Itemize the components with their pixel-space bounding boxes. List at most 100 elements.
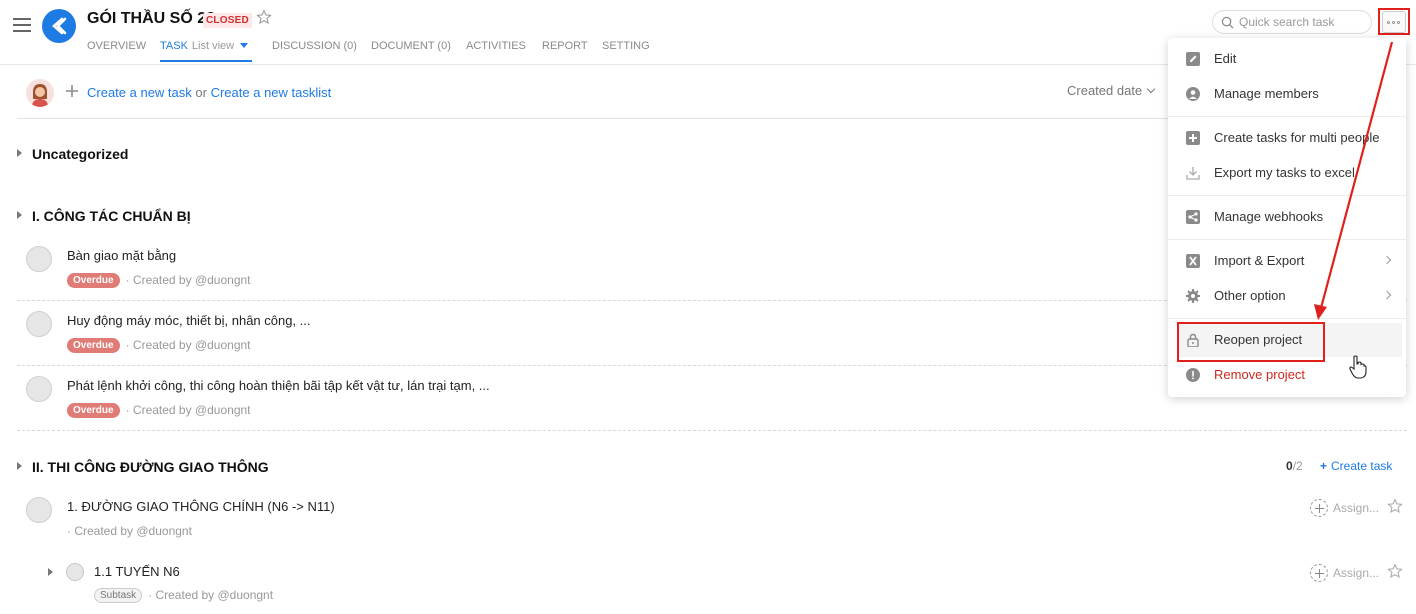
annotation-highlight-more (1378, 8, 1410, 35)
group-title[interactable]: Uncategorized (32, 146, 128, 162)
annotation-highlight-reopen (1177, 322, 1325, 362)
chevron-right-icon (1382, 255, 1392, 265)
task-complete-toggle[interactable] (26, 311, 52, 337)
menu-item-other-option[interactable]: Other option (1168, 279, 1406, 313)
group-progress: 0/2 (1286, 459, 1303, 473)
tab-report[interactable]: REPORT (542, 40, 588, 52)
menu-separator (1168, 116, 1406, 117)
group-title[interactable]: II. THI CÔNG ĐƯỜNG GIAO THÔNG (32, 459, 269, 475)
menu-item-edit[interactable]: Edit (1168, 42, 1406, 76)
gear-icon (1186, 289, 1200, 303)
avatar[interactable] (26, 79, 54, 107)
overdue-badge: Overdue (67, 403, 120, 418)
hand-cursor-icon (1349, 355, 1367, 379)
star-icon[interactable] (1387, 563, 1403, 579)
row-divider (17, 430, 1407, 431)
progress-done: 0 (1286, 459, 1293, 473)
task-name[interactable]: Bàn giao mặt bằng (67, 248, 176, 263)
menu-item-label: Export my tasks to excel (1214, 165, 1355, 180)
plus-icon (66, 85, 78, 97)
assign-button[interactable]: Assign... (1310, 499, 1379, 517)
xls-icon (1186, 254, 1200, 268)
tab-task-label: TASK (160, 40, 188, 52)
assign-label: Assign... (1333, 501, 1380, 515)
menu-item-label: Manage webhooks (1214, 209, 1324, 224)
created-by: · Created by @duongnt (148, 588, 274, 602)
menu-item-webhooks[interactable]: Manage webhooks (1168, 200, 1406, 234)
alert-icon (1186, 368, 1200, 382)
plus-icon: + (1320, 459, 1328, 473)
group-title[interactable]: I. CÔNG TÁC CHUẨN BỊ (32, 208, 191, 224)
quick-search-input[interactable]: Quick search task (1212, 10, 1372, 34)
task-meta: Overdue · Created by @duongnt (67, 338, 251, 353)
created-by: · Created by @duongnt (125, 273, 251, 287)
task-name[interactable]: Huy động máy móc, thiết bị, nhân công, .… (67, 313, 311, 328)
subtask-complete-toggle[interactable] (66, 563, 84, 581)
pencil-icon (1186, 52, 1200, 66)
chevron-down-icon (1146, 84, 1156, 94)
menu-separator (1168, 239, 1406, 240)
created-by: · Created by @duongnt (125, 338, 251, 352)
menu-item-create-multi[interactable]: Create tasks for multi people (1168, 121, 1406, 155)
create-tasklist-link[interactable]: Create a new tasklist (211, 85, 332, 100)
list-view-label: List view (191, 40, 235, 52)
favorite-star-icon[interactable] (256, 9, 272, 25)
star-icon[interactable] (1387, 498, 1403, 514)
tab-overview[interactable]: OVERVIEW (87, 40, 146, 52)
group-create-task-label: Create task (1331, 459, 1393, 473)
plus-square-icon (1186, 131, 1200, 145)
add-assignee-icon (1310, 564, 1328, 582)
menu-toggle-icon[interactable] (13, 18, 31, 32)
menu-item-remove-project[interactable]: Remove project (1168, 358, 1406, 392)
created-by: · Created by @duongnt (125, 403, 251, 417)
tab-setting[interactable]: SETTING (602, 40, 650, 52)
tab-discussion[interactable]: DISCUSSION (0) (272, 40, 357, 52)
sort-dropdown[interactable]: Created date (1067, 83, 1156, 98)
menu-separator (1168, 195, 1406, 196)
create-task-link[interactable]: Create a new task (87, 85, 192, 100)
task-meta: Overdue · Created by @duongnt (67, 403, 251, 418)
menu-item-label: Manage members (1214, 86, 1319, 101)
tab-task[interactable]: TASK List view (160, 40, 249, 52)
create-actions: Create a new task or Create a new taskli… (87, 85, 331, 100)
expand-triangle-icon[interactable] (17, 462, 22, 470)
menu-item-label: Remove project (1214, 367, 1306, 382)
progress-total: /2 (1292, 459, 1303, 473)
menu-item-export-excel[interactable]: Export my tasks to excel (1168, 156, 1406, 190)
download-icon (1186, 167, 1200, 180)
task-complete-toggle[interactable] (26, 376, 52, 402)
menu-separator (1168, 318, 1406, 319)
group-create-task-link[interactable]: + Create task (1320, 459, 1392, 473)
active-tab-underline (160, 60, 252, 62)
assign-label: Assign... (1333, 566, 1380, 580)
sort-label: Created date (1067, 83, 1143, 98)
task-meta: Subtask · Created by @duongnt (94, 588, 273, 603)
expand-triangle-icon[interactable] (17, 149, 22, 157)
assign-button[interactable]: Assign... (1310, 564, 1379, 582)
menu-item-manage-members[interactable]: Manage members (1168, 77, 1406, 111)
overdue-badge: Overdue (67, 273, 120, 288)
menu-item-label: Other option (1214, 288, 1286, 303)
add-assignee-icon (1310, 499, 1328, 517)
task-complete-toggle[interactable] (26, 497, 52, 523)
menu-item-import-export[interactable]: Import & Export (1168, 244, 1406, 278)
expand-triangle-icon[interactable] (17, 211, 22, 219)
overdue-badge: Overdue (67, 338, 120, 353)
menu-item-label: Import & Export (1214, 253, 1305, 268)
tab-document[interactable]: DOCUMENT (0) (371, 40, 451, 52)
chevron-right-icon (1382, 290, 1392, 300)
share-icon (1186, 210, 1200, 224)
chevron-down-icon[interactable] (240, 43, 249, 48)
project-title: GÓI THẦU SỐ 28 (87, 10, 216, 27)
subtask-badge: Subtask (94, 588, 143, 603)
task-complete-toggle[interactable] (26, 246, 52, 272)
task-name[interactable]: Phát lệnh khởi công, thi công hoàn thiện… (67, 378, 490, 393)
status-badge: CLOSED (203, 13, 252, 28)
task-name[interactable]: 1.1 TUYẾN N6 (94, 564, 180, 579)
task-name[interactable]: 1. ĐƯỜNG GIAO THÔNG CHÍNH (N6 -> N11) (67, 499, 335, 514)
person-circle-icon (1186, 87, 1200, 101)
project-logo (42, 9, 76, 43)
expand-triangle-icon[interactable] (48, 568, 53, 576)
tab-activities[interactable]: ACTIVITIES (466, 40, 526, 52)
menu-item-label: Create tasks for multi people (1214, 130, 1380, 145)
